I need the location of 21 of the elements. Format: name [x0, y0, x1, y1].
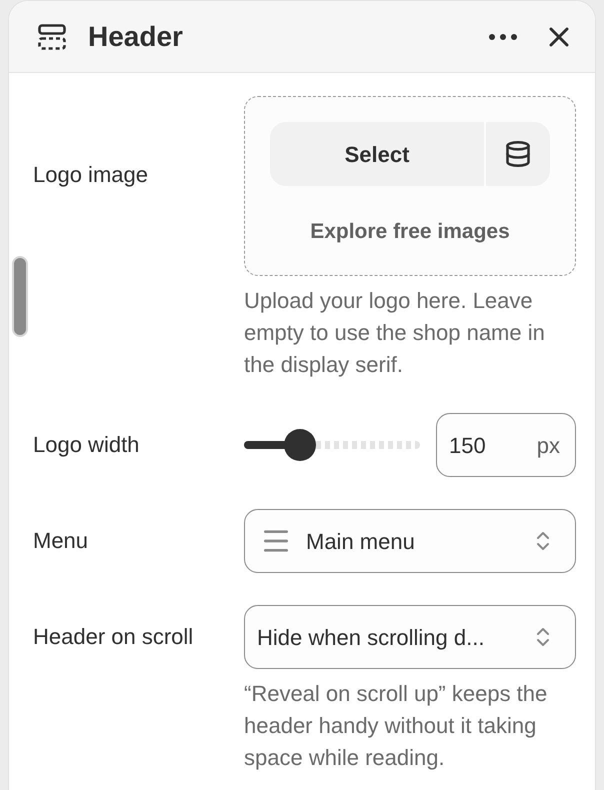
slider-thumb[interactable]: [284, 429, 316, 461]
select-button[interactable]: Select: [270, 122, 484, 186]
more-icon: [489, 34, 517, 40]
field-label: Header on scroll: [33, 623, 194, 651]
scrollbar-thumb[interactable]: [12, 256, 28, 337]
unit-label: px: [536, 432, 560, 460]
width-input[interactable]: 150 px: [436, 413, 576, 477]
scroll-behavior-select[interactable]: Hide when scrolling d...: [244, 605, 576, 669]
field-label: Logo image: [33, 162, 148, 187]
slider-track[interactable]: [244, 429, 420, 461]
explore-images-link[interactable]: Explore free images: [310, 216, 510, 248]
help-text: “Reveal on scroll up” keeps the header handy without it taking space while reading.: [244, 680, 548, 772]
section-layout-icon: [38, 24, 66, 50]
image-library-button[interactable]: [486, 122, 550, 186]
menu-select[interactable]: Main menu: [244, 509, 576, 573]
image-drop-zone[interactable]: Select Explore free images: [244, 96, 576, 276]
field-label: Logo width: [33, 431, 140, 459]
database-icon: [504, 140, 532, 168]
field-label: Menu: [33, 527, 88, 555]
panel-title: Header: [88, 20, 183, 54]
help-text: Upload your logo here. Leave empty to use the shop name in the display serif.: [244, 287, 546, 379]
